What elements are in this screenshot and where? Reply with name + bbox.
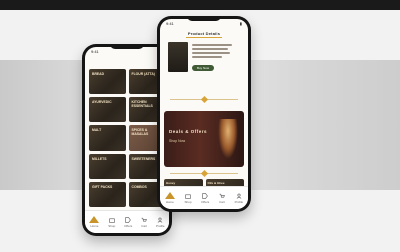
tab-label: Home (90, 224, 99, 228)
phone-notch (110, 44, 144, 49)
tab-label: Shop (184, 199, 192, 204)
cart-icon (141, 217, 147, 221)
product-screen: 9:41 ▮ Product Details Buy Now Deals & O… (160, 19, 248, 209)
category-label: Millets (92, 156, 107, 161)
user-icon (236, 193, 242, 199)
tab-cart[interactable]: Cart (141, 217, 147, 228)
page-title: Product Details (187, 31, 221, 36)
tab-shop[interactable]: Shop (184, 193, 192, 204)
tab-bar: Home Shop Offers Cart Profile (85, 210, 169, 233)
category-tile[interactable]: Malt (89, 125, 126, 151)
status-time: 9:41 (166, 21, 174, 26)
tab-label: Profile (156, 223, 165, 228)
tag-icon (202, 192, 208, 199)
home-icon (164, 192, 175, 199)
status-time: 9:41 (91, 49, 99, 54)
tab-label: Cart (141, 223, 147, 228)
category-tile[interactable]: Bread (89, 69, 126, 95)
category-grid: Bread Flour (Atta) Ayurvedic Kitchen Ess… (89, 69, 165, 207)
category-label: Gift Packs (92, 184, 113, 189)
product-text-line (192, 52, 230, 54)
battery-icon: ▮ (239, 21, 242, 26)
tab-label: Offers (124, 223, 133, 228)
bag-icon (109, 218, 115, 223)
title-underline (186, 37, 222, 38)
category-label: Flour (Atta) (131, 72, 155, 76)
buy-now-button[interactable]: Buy Now (192, 65, 214, 71)
home-icon (89, 216, 100, 223)
tab-label: Cart (219, 199, 225, 204)
tab-label: Shop (108, 223, 116, 228)
tab-profile[interactable]: Profile (234, 193, 244, 204)
banner-subtitle: Shop Now (169, 139, 186, 143)
tab-shop[interactable]: Shop (108, 217, 115, 228)
tab-label: Profile (234, 199, 244, 204)
product-text-line (192, 44, 232, 46)
tab-label: Offers (201, 199, 210, 204)
phone-notch (187, 16, 221, 21)
banner-image (218, 119, 238, 159)
cart-icon (219, 193, 225, 197)
diamond-ornament-icon (200, 95, 208, 104)
product-text-line (192, 56, 222, 58)
tab-label: Home (165, 200, 174, 204)
tab-home[interactable]: Home (164, 192, 175, 204)
tab-home[interactable]: Home (89, 216, 100, 228)
app-mockup-scene: 9:41 ▮ Bread Flour (Atta) Ayurvedic Kitc… (0, 0, 400, 252)
category-label: Ayurvedic (92, 100, 112, 105)
featured-label: Oils & Ghee (207, 181, 225, 185)
tab-offers[interactable]: Offers (124, 216, 133, 228)
category-tile[interactable]: Millets (89, 153, 126, 179)
category-label: Sweeteners (131, 156, 156, 161)
product-text-line (192, 48, 228, 50)
tab-profile[interactable]: Profile (156, 217, 165, 228)
category-tile[interactable]: Gift Packs (89, 181, 126, 207)
promo-banner[interactable]: Deals & Offers Shop Now (164, 111, 244, 167)
tab-cart[interactable]: Cart (219, 193, 225, 204)
status-bar: 9:41 ▮ (166, 21, 242, 27)
status-bar: 9:41 ▮ (91, 49, 163, 55)
category-label: Combos (131, 184, 147, 189)
banner-title: Deals & Offers (169, 129, 208, 134)
tag-icon (125, 216, 131, 223)
tab-offers[interactable]: Offers (201, 192, 210, 204)
tab-bar: Home Shop Offers Cart Profile (160, 186, 248, 209)
product-image[interactable] (168, 42, 188, 72)
category-label: Bread (92, 72, 105, 76)
category-tile[interactable]: Ayurvedic (89, 97, 126, 123)
user-icon (157, 217, 163, 223)
featured-label: Honey (166, 181, 176, 185)
category-label: Malt (92, 128, 102, 133)
diamond-ornament-icon (200, 169, 208, 178)
phone-product: 9:41 ▮ Product Details Buy Now Deals & O… (157, 16, 251, 212)
bag-icon (185, 194, 191, 199)
